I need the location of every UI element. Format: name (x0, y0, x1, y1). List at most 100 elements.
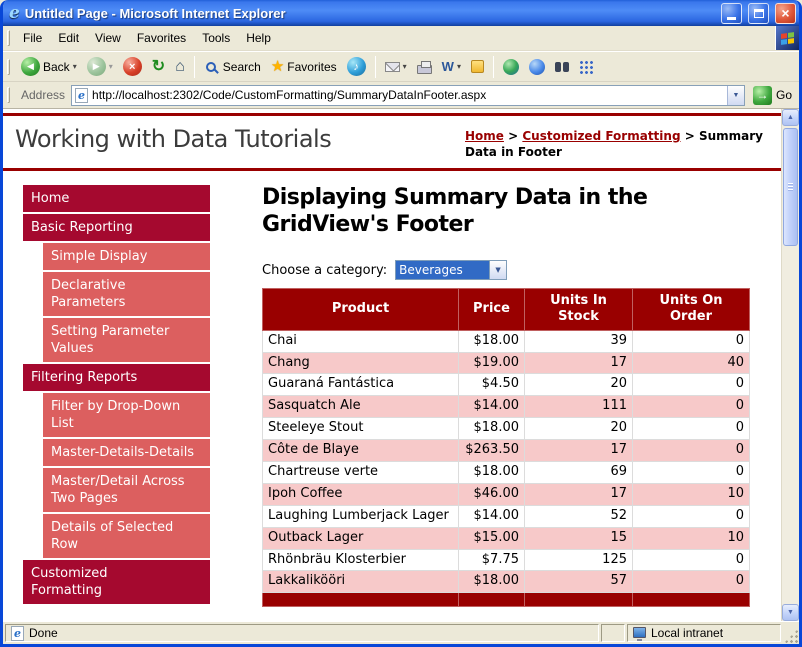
table-cell: $15.00 (459, 527, 525, 549)
refresh-button[interactable]: ↻ (148, 57, 169, 77)
go-arrow-icon: → (753, 86, 772, 105)
sidebar-item-master-details-details[interactable]: Master-Details-Details (43, 439, 210, 466)
search-button[interactable]: Search (200, 58, 265, 76)
print-button[interactable] (413, 58, 436, 76)
scrollbar-track[interactable] (782, 126, 799, 604)
sidebar-item-home[interactable]: Home (23, 185, 210, 212)
sidebar-item-simple-display[interactable]: Simple Display (43, 243, 210, 270)
toolbar-separator (375, 56, 376, 78)
table-cell: 125 (525, 549, 633, 571)
favorites-button[interactable]: ★ Favorites (267, 57, 341, 76)
mail-dropdown-chevron-icon[interactable]: ▾ (403, 62, 407, 71)
category-select[interactable]: Beverages ▼ (395, 260, 507, 280)
mail-button[interactable]: ▾ (381, 60, 411, 74)
menu-item-help[interactable]: Help (238, 27, 279, 49)
menu-item-favorites[interactable]: Favorites (129, 27, 194, 49)
browser-window: e Untitled Page - Microsoft Internet Exp… (0, 0, 802, 647)
table-cell: Steeleye Stout (263, 418, 459, 440)
go-button[interactable]: → Go (751, 86, 794, 105)
security-zone-panel: Local intranet (627, 624, 781, 642)
back-dropdown-chevron-icon[interactable]: ▾ (73, 62, 77, 71)
table-cell: 10 (633, 527, 750, 549)
table-cell: Outback Lager (263, 527, 459, 549)
table-cell: Chang (263, 352, 459, 374)
table-cell: $18.00 (459, 418, 525, 440)
status-bar: e Done Local intranet (3, 621, 799, 644)
home-icon: ⌂ (175, 59, 185, 75)
table-cell: $18.00 (459, 462, 525, 484)
refresh-icon: ↻ (152, 59, 165, 75)
table-cell: 39 (525, 330, 633, 352)
table-cell: 0 (633, 396, 750, 418)
breadcrumb-separator: > (681, 129, 699, 143)
menu-item-file[interactable]: File (15, 27, 50, 49)
scroll-down-button[interactable]: ▼ (782, 604, 799, 621)
breadcrumb-separator: > (504, 129, 522, 143)
ie-logo-icon: e (9, 5, 20, 22)
breadcrumb-link-customized-formatting[interactable]: Customized Formatting (522, 129, 680, 143)
menu-item-edit[interactable]: Edit (50, 27, 87, 49)
edit-button[interactable]: W ▾ (438, 57, 465, 76)
address-dropdown-button[interactable]: ▼ (727, 86, 744, 105)
back-icon: ◀ (21, 57, 40, 76)
maximize-button[interactable] (748, 3, 769, 24)
category-dropdown-icon[interactable]: ▼ (489, 261, 506, 279)
web-page: Working with Data Tutorials Home > Custo… (3, 109, 781, 621)
search-label: Search (223, 60, 261, 74)
sidebar-item-filtering-reports[interactable]: Filtering Reports (23, 364, 210, 391)
menu-item-view[interactable]: View (87, 27, 129, 49)
vertical-scrollbar[interactable]: ▲ ▼ (781, 109, 799, 621)
stop-button[interactable]: × (119, 55, 146, 78)
table-cell: 0 (633, 505, 750, 527)
home-button[interactable]: ⌂ (171, 57, 189, 77)
address-url: http://localhost:2302/Code/CustomFormatt… (92, 88, 723, 102)
table-cell: 15 (525, 527, 633, 549)
minimize-button[interactable] (721, 3, 742, 24)
scroll-up-button[interactable]: ▲ (782, 109, 799, 126)
table-footer-row (263, 593, 750, 607)
products-gridview: ProductPriceUnits In StockUnits On Order… (262, 288, 750, 607)
menu-item-tools[interactable]: Tools (194, 27, 238, 49)
scrollbar-thumb[interactable] (783, 128, 798, 246)
table-cell: 10 (633, 483, 750, 505)
sidebar-item-basic-reporting[interactable]: Basic Reporting (23, 214, 210, 241)
breadcrumb-link-home[interactable]: Home (465, 129, 504, 143)
table-cell: Chartreuse verte (263, 462, 459, 484)
sidebar-item-setting-parameter-values[interactable]: Setting Parameter Values (43, 318, 210, 362)
discuss-button[interactable] (467, 58, 488, 75)
resize-grip[interactable] (784, 629, 798, 643)
edit-dropdown-chevron-icon[interactable]: ▾ (457, 62, 461, 71)
address-label: Address (21, 88, 65, 102)
table-row: Chartreuse verte$18.00690 (263, 462, 750, 484)
forward-button[interactable]: ▶ ▾ (83, 55, 117, 78)
table-header-row: ProductPriceUnits In StockUnits On Order (263, 289, 750, 331)
sidebar-item-details-of-selected-row[interactable]: Details of Selected Row (43, 514, 210, 558)
breadcrumb: Home > Customized Formatting > Summary D… (465, 125, 771, 160)
sidebar-item-filter-by-drop-down-list[interactable]: Filter by Drop-Down List (43, 393, 210, 437)
table-cell: Lakkalikööri (263, 571, 459, 593)
research-button[interactable] (551, 60, 573, 74)
back-button[interactable]: ◀ Back ▾ (17, 55, 81, 78)
toolbar-grip[interactable] (7, 59, 10, 75)
column-header-units-in-stock: Units In Stock (525, 289, 633, 331)
sidebar-item-declarative-parameters[interactable]: Declarative Parameters (43, 272, 210, 316)
table-cell: 40 (633, 352, 750, 374)
standard-buttons-toolbar: ◀ Back ▾ ▶ ▾ × ↻ ⌂ Search ★ Favorites ♪ (3, 51, 799, 82)
column-header-units-on-order: Units On Order (633, 289, 750, 331)
menubar-grip[interactable] (7, 30, 10, 46)
globe-button[interactable] (499, 57, 523, 77)
address-bar: Address e http://localhost:2302/Code/Cus… (3, 82, 799, 109)
sidebar-item-customized-formatting[interactable]: Customized Formatting (23, 560, 210, 604)
messenger-button[interactable] (525, 57, 549, 77)
title-bar[interactable]: e Untitled Page - Microsoft Internet Exp… (3, 0, 799, 26)
media-button[interactable]: ♪ (343, 55, 370, 78)
page-icon: e (75, 88, 88, 103)
quick-launch-button[interactable] (575, 58, 597, 76)
sidebar-item-master-detail-across-two-pages[interactable]: Master/Detail Across Two Pages (43, 468, 210, 512)
table-row: Guaraná Fantástica$4.50200 (263, 374, 750, 396)
addressbar-grip[interactable] (7, 87, 10, 103)
table-cell: $14.00 (459, 505, 525, 527)
close-button[interactable]: × (775, 3, 796, 24)
forward-dropdown-chevron-icon[interactable]: ▾ (109, 62, 113, 71)
address-input[interactable]: e http://localhost:2302/Code/CustomForma… (71, 85, 745, 106)
